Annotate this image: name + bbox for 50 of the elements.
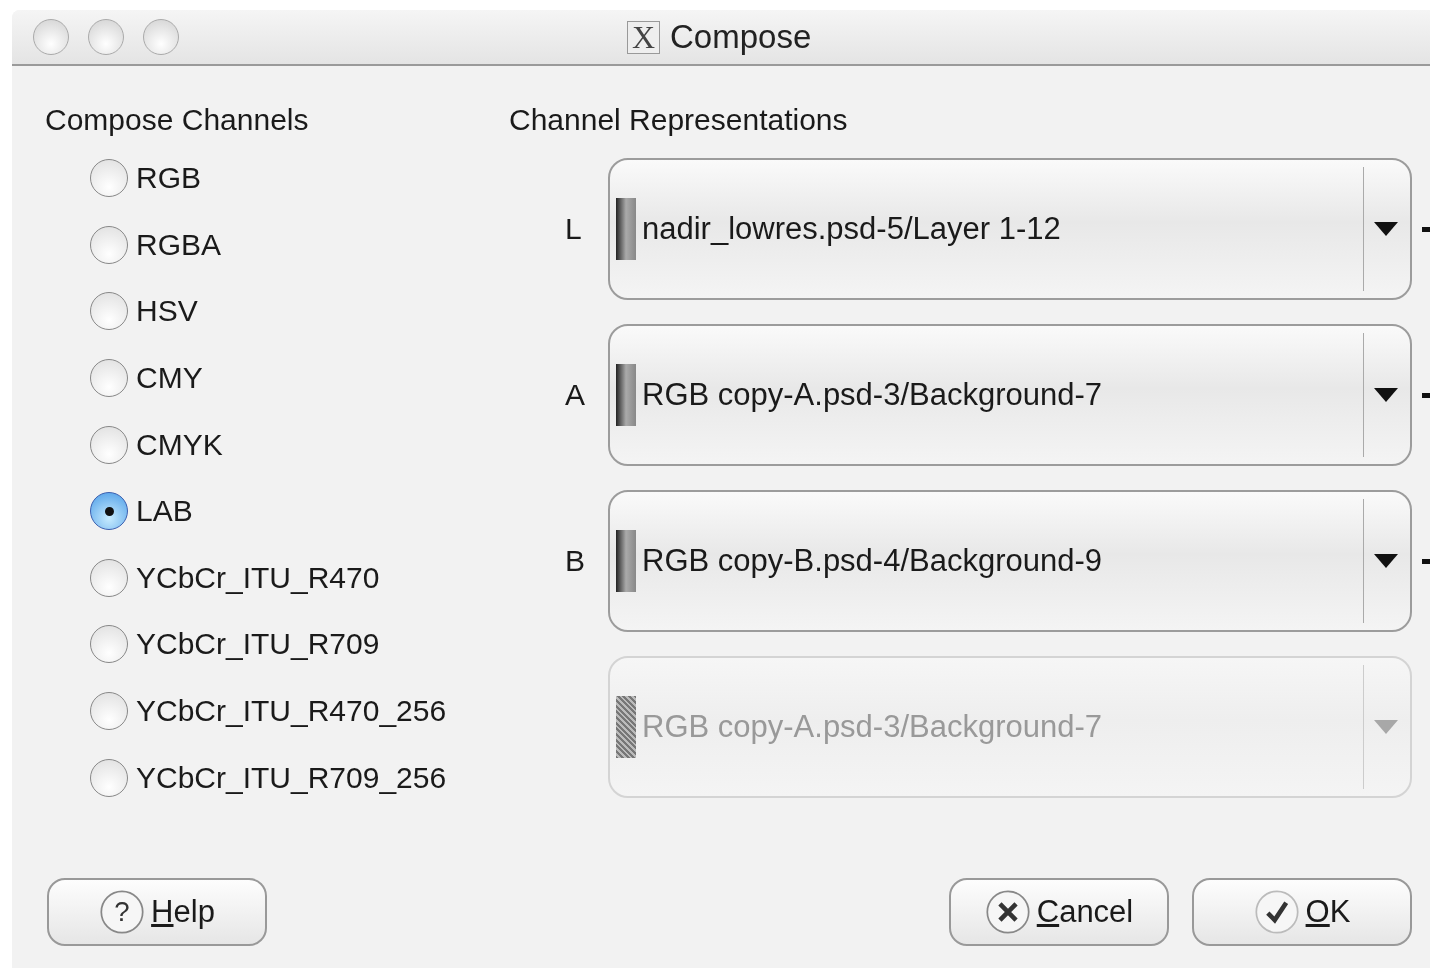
radio-button[interactable]	[90, 225, 128, 264]
checkmark-icon	[1253, 888, 1300, 935]
radio-button[interactable]	[90, 758, 128, 797]
close-icon	[984, 888, 1031, 935]
radio-label[interactable]: YCbCr_ITU_R709_256	[136, 760, 447, 795]
caret-icon	[1374, 554, 1398, 568]
radio-label[interactable]: YCbCr_ITU_R470	[136, 560, 380, 595]
app-icon: X	[627, 20, 660, 54]
thumbnail-icon	[616, 696, 636, 758]
dropdown[interactable]: nadir_lowres.psd-5/Layer 1-12	[608, 158, 1412, 300]
radio-button[interactable]	[90, 292, 128, 331]
window-control-button[interactable]	[143, 19, 179, 55]
help-icon: ?	[99, 888, 146, 935]
dropdown[interactable]: RGB copy-A.psd-3/Background-7	[608, 324, 1412, 466]
radio-button[interactable]	[90, 558, 128, 597]
ok-button[interactable]: OK	[1192, 877, 1412, 946]
radio-label[interactable]: RGBA	[136, 227, 222, 262]
radio-label[interactable]: HSV	[136, 294, 198, 329]
radio-label[interactable]: RGB	[136, 161, 201, 196]
dropdown[interactable]: RGB copy-B.psd-4/Background-9	[608, 490, 1412, 632]
radio-button[interactable]	[90, 425, 128, 464]
section-heading: Channel Representations	[509, 102, 849, 138]
thumbnail-icon	[616, 198, 636, 260]
channel-label: L	[565, 212, 582, 246]
caret-icon	[1374, 222, 1398, 236]
radio-label[interactable]: YCbCr_ITU_R709	[136, 627, 380, 662]
radio-label[interactable]: CMY	[136, 361, 203, 396]
cancel-button[interactable]: Cancel	[949, 877, 1169, 946]
radio-button[interactable]	[90, 492, 128, 531]
section-heading: Compose Channels	[45, 102, 310, 138]
channel-label: B	[565, 544, 585, 578]
thumbnail-icon	[616, 530, 636, 592]
radio-label[interactable]: LAB	[136, 494, 193, 529]
caret-icon	[1374, 388, 1398, 402]
window-control-button[interactable]	[88, 19, 124, 55]
window-title: Compose	[670, 18, 812, 56]
caret-icon	[1374, 720, 1398, 734]
radio-button[interactable]	[90, 692, 128, 731]
thumbnail-icon	[616, 364, 636, 426]
edge-mark	[1422, 226, 1430, 232]
window-control-button[interactable]	[33, 19, 69, 55]
radio-button[interactable]	[90, 359, 128, 398]
radio-label[interactable]: YCbCr_ITU_R470_256	[136, 694, 447, 729]
channel-label: A	[565, 378, 585, 412]
help-button[interactable]: ? Help	[47, 877, 267, 946]
edge-mark	[1422, 558, 1430, 564]
radio-button[interactable]	[90, 625, 128, 664]
edge-mark	[1422, 392, 1430, 398]
radio-label[interactable]: CMYK	[136, 427, 223, 462]
radio-button[interactable]	[90, 159, 128, 198]
